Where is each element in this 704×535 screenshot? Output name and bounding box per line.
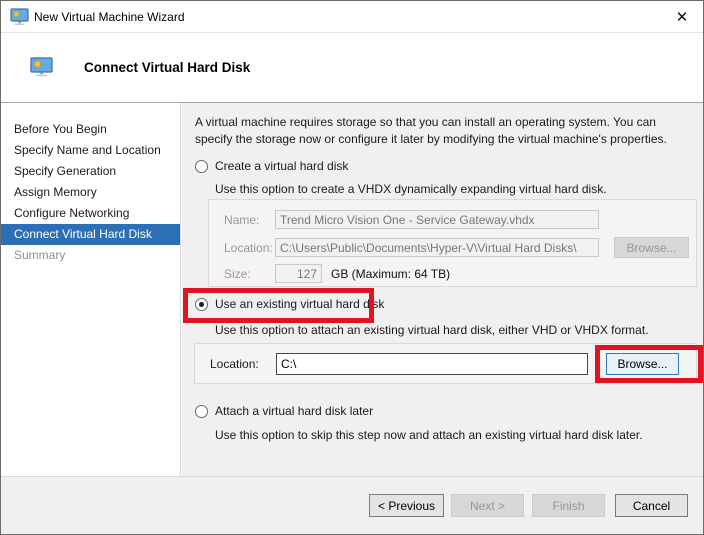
page-icon <box>30 57 54 80</box>
location-label-active: Location: <box>210 357 259 371</box>
finish-button: Finish <box>532 494 605 517</box>
window-title: New Virtual Machine Wizard <box>34 10 185 24</box>
location-field-disabled <box>275 238 599 257</box>
sidebar-item-connect-virtual-hard-disk[interactable]: Connect Virtual Hard Disk <box>1 224 180 245</box>
radio-attach-later[interactable] <box>195 405 208 418</box>
title-bar: New Virtual Machine Wizard ✕ <box>1 1 703 33</box>
sidebar-item-before-you-begin[interactable]: Before You Begin <box>1 119 180 140</box>
sidebar-item-specify-name-location[interactable]: Specify Name and Location <box>1 140 180 161</box>
radio-use-existing-disk[interactable] <box>195 298 208 311</box>
location-label-disabled: Location: <box>224 241 273 255</box>
sidebar-item-assign-memory[interactable]: Assign Memory <box>1 182 180 203</box>
use-existing-description: Use this option to attach an existing vi… <box>215 323 649 337</box>
sidebar-item-specify-generation[interactable]: Specify Generation <box>1 161 180 182</box>
next-button: Next > <box>451 494 524 517</box>
existing-disk-fieldset: Location: Browse... <box>194 343 697 384</box>
page-title: Connect Virtual Hard Disk <box>84 60 250 75</box>
wizard-window: New Virtual Machine Wizard ✕ Connect Vir… <box>0 0 704 535</box>
sidebar-item-configure-networking[interactable]: Configure Networking <box>1 203 180 224</box>
name-label: Name: <box>224 213 259 227</box>
size-label: Size: <box>224 267 251 281</box>
radio-use-existing-label[interactable]: Use an existing virtual hard disk <box>215 297 384 311</box>
app-icon <box>10 8 30 29</box>
location-field-active[interactable] <box>276 353 588 375</box>
close-icon[interactable]: ✕ <box>669 5 695 29</box>
attach-later-description: Use this option to skip this step now an… <box>215 428 643 442</box>
wizard-steps-sidebar: Before You Begin Specify Name and Locati… <box>1 103 181 476</box>
radio-attach-later-label[interactable]: Attach a virtual hard disk later <box>215 404 373 418</box>
size-field <box>275 264 322 283</box>
radio-create-label[interactable]: Create a virtual hard disk <box>215 159 348 173</box>
create-disk-fieldset: Name: Location: Browse... Size: GB (Maxi… <box>208 199 697 287</box>
radio-create-virtual-hard-disk[interactable] <box>195 160 208 173</box>
browse-button[interactable]: Browse... <box>606 353 679 375</box>
browse-button-disabled: Browse... <box>614 237 689 258</box>
name-field <box>275 210 599 229</box>
previous-button[interactable]: < Previous <box>369 494 444 517</box>
cancel-button[interactable]: Cancel <box>615 494 688 517</box>
sidebar-item-summary: Summary <box>1 245 180 266</box>
create-description: Use this option to create a VHDX dynamic… <box>215 182 607 196</box>
size-maximum-text: GB (Maximum: 64 TB) <box>331 267 450 281</box>
intro-text: A virtual machine requires storage so th… <box>195 114 694 147</box>
